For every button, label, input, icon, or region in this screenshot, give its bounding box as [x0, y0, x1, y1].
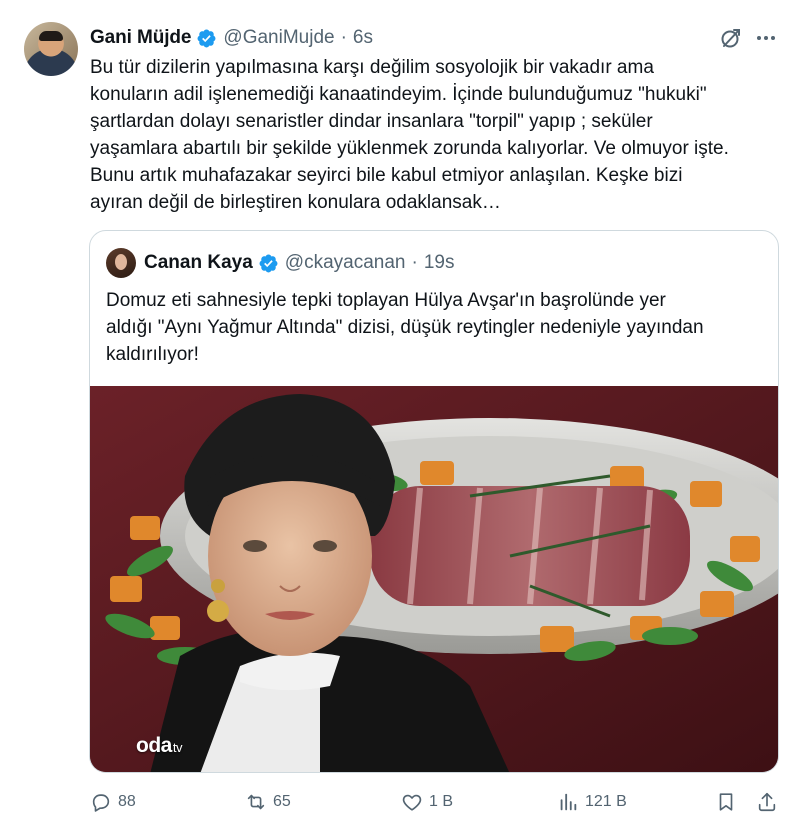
quoted-author-handle[interactable]: @ckayacanan [285, 252, 406, 274]
tweet-text: Bu tür dizilerin yapılmasına karşı değil… [90, 57, 729, 213]
tweet-header: Gani Müjde @GaniMujde · 6s [90, 25, 373, 51]
reply-icon [92, 794, 110, 812]
quoted-tweet-header: Canan Kaya @ckayacanan · 19s [106, 247, 454, 279]
author-handle[interactable]: @GaniMujde [223, 27, 334, 49]
odatv-watermark: odatv [136, 734, 182, 758]
tweet-time[interactable]: 6s [353, 27, 373, 49]
separator-dot: · [340, 27, 347, 48]
share-button[interactable] [756, 789, 778, 815]
verified-badge-icon [197, 29, 216, 47]
reply-button[interactable]: 88 [90, 789, 136, 815]
reply-count: 88 [118, 793, 136, 810]
separator-dot: · [411, 252, 418, 273]
views-count: 121 B [585, 793, 627, 810]
tv-scene-illustration [90, 386, 778, 772]
like-button[interactable]: 1 B [401, 789, 453, 815]
like-icon [402, 794, 422, 811]
bookmark-button[interactable] [715, 789, 737, 815]
quoted-tweet-time[interactable]: 19s [424, 252, 455, 274]
bookmark-icon [719, 793, 733, 811]
quoted-author-name[interactable]: Canan Kaya [144, 252, 253, 274]
author-avatar[interactable] [24, 22, 78, 76]
grok-icon[interactable] [719, 26, 743, 50]
quoted-tweet-text: Domuz eti sahnesiyle tepki toplayan Hüly… [106, 290, 704, 365]
views-icon [560, 793, 577, 811]
repost-button[interactable]: 65 [245, 789, 291, 815]
more-icon[interactable] [754, 27, 778, 49]
verified-badge-icon [259, 254, 278, 272]
repost-icon [247, 794, 265, 810]
share-icon [758, 792, 776, 812]
quoted-media-image[interactable]: odatv [90, 386, 778, 772]
repost-count: 65 [273, 793, 291, 810]
quoted-author-avatar[interactable] [106, 248, 136, 278]
tweet[interactable]: Gani Müjde @GaniMujde · 6s Bu tür dizile… [0, 0, 802, 832]
author-name[interactable]: Gani Müjde [90, 27, 192, 49]
quoted-tweet[interactable]: Canan Kaya @ckayacanan · 19s Domuz eti s… [89, 230, 779, 773]
action-bar: 88 65 1 B 121 B [90, 789, 790, 815]
watermark-text: oda [136, 734, 172, 757]
like-count: 1 B [429, 793, 454, 810]
watermark-suffix: tv [172, 740, 183, 755]
views-button[interactable]: 121 B [557, 789, 627, 815]
